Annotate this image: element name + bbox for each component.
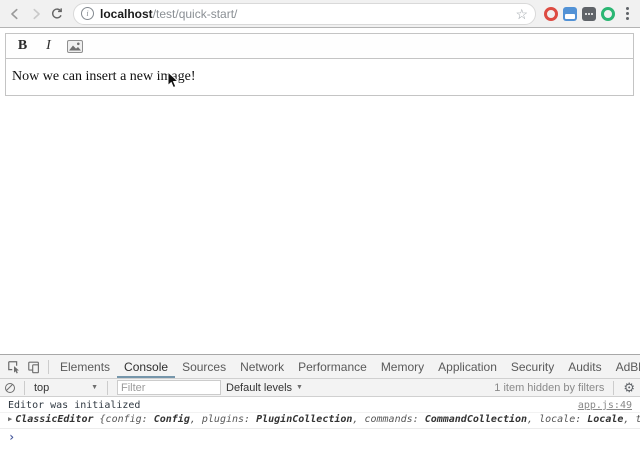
tab-security[interactable]: Security [504, 355, 561, 378]
tab-performance[interactable]: Performance [291, 355, 374, 378]
forward-arrow-icon [29, 7, 43, 21]
divider [24, 381, 25, 395]
console-prompt-icon: › [8, 430, 15, 444]
bookmark-star-icon[interactable]: ☆ [515, 7, 528, 21]
page-info-icon[interactable]: i [81, 7, 94, 20]
console-toolbar: top ▼ Default levels ▼ 1 item hidden by … [0, 379, 640, 397]
brace: { [94, 414, 106, 425]
console-input-row[interactable]: › [0, 429, 640, 447]
browser-menu-icon[interactable] [622, 7, 633, 20]
divider [613, 381, 614, 395]
url-text: localhost/test/quick-start/ [100, 7, 237, 21]
extension-dots-icon[interactable] [582, 7, 596, 21]
console-filter-input[interactable] [117, 380, 221, 395]
image-icon [67, 40, 83, 53]
object-value: Locale [587, 414, 623, 425]
forward-button[interactable] [28, 6, 44, 22]
sep: : [575, 414, 587, 425]
editor-toolbar: B I [5, 33, 634, 59]
object-value: PluginCollection [256, 414, 352, 425]
sep: : [413, 414, 425, 425]
divider [48, 360, 49, 374]
device-toolbar-icon [27, 360, 41, 374]
back-button[interactable] [7, 6, 23, 22]
console-object-preview: ▶ClassicEditor {config: Config, plugins:… [0, 413, 640, 429]
chevron-down-icon: ▼ [91, 384, 98, 391]
object-key: config [106, 414, 142, 425]
message-text: Editor was initialized [8, 400, 140, 411]
object-key: locale [539, 414, 575, 425]
sep: , [623, 414, 635, 425]
inspect-cursor-icon [7, 360, 21, 374]
divider [107, 381, 108, 395]
tab-application[interactable]: Application [431, 355, 504, 378]
devtools-tabbar: Elements Console Sources Network Perform… [0, 355, 640, 379]
object-value: CommandCollection [425, 414, 527, 425]
tab-memory[interactable]: Memory [374, 355, 431, 378]
tab-audits[interactable]: Audits [561, 355, 608, 378]
rich-text-editor: B I Now we can insert a new image! [5, 33, 634, 96]
devtools-panel: Elements Console Sources Network Perform… [0, 354, 640, 454]
console-settings-gear-icon[interactable]: ⚙ [623, 381, 635, 394]
object-class-name: ClassicEditor [15, 414, 93, 425]
expand-triangle-icon[interactable]: ▶ [8, 415, 12, 423]
tab-adblock[interactable]: AdBlock [609, 355, 640, 378]
clear-console-icon[interactable] [5, 383, 15, 393]
tab-network[interactable]: Network [233, 355, 291, 378]
bold-button[interactable]: B [11, 36, 34, 56]
object-key: t [635, 414, 640, 425]
extension-red-icon[interactable] [544, 7, 558, 21]
sep: : [244, 414, 256, 425]
source-link[interactable]: app.js:49 [578, 400, 632, 411]
console-messages: Editor was initialized app.js:49 ▶Classi… [0, 397, 640, 447]
extension-blue-icon[interactable] [563, 7, 577, 21]
inspect-element-button[interactable] [4, 355, 24, 378]
tab-console[interactable]: Console [117, 355, 175, 378]
back-arrow-icon [8, 7, 22, 21]
italic-button[interactable]: I [37, 36, 60, 56]
chevron-down-icon: ▼ [296, 384, 303, 391]
reload-icon [50, 7, 64, 21]
device-toolbar-button[interactable] [24, 355, 44, 378]
reload-button[interactable] [49, 6, 65, 22]
sep: , [190, 414, 202, 425]
log-levels-select[interactable]: Default levels ▼ [226, 382, 303, 394]
url-path: /test/quick-start/ [153, 7, 238, 21]
sep: : [142, 414, 154, 425]
extension-green-icon[interactable] [601, 7, 615, 21]
object-key: plugins [202, 414, 244, 425]
browser-toolbar: i localhost/test/quick-start/ ☆ [0, 0, 640, 28]
levels-label: Default levels [226, 382, 292, 394]
url-host: localhost [100, 7, 153, 21]
sep: , [527, 414, 539, 425]
context-value: top [34, 382, 49, 394]
tab-sources[interactable]: Sources [175, 355, 233, 378]
console-message: Editor was initialized app.js:49 [0, 397, 640, 413]
execution-context-select[interactable]: top ▼ [34, 382, 98, 394]
address-bar[interactable]: i localhost/test/quick-start/ ☆ [73, 3, 536, 25]
tab-elements[interactable]: Elements [53, 355, 117, 378]
insert-image-button[interactable] [63, 36, 86, 56]
editor-paragraph: Now we can insert a new image! [12, 69, 195, 84]
object-key: commands [364, 414, 412, 425]
hidden-items-status: 1 item hidden by filters [494, 382, 604, 394]
sep: , [352, 414, 364, 425]
object-value: Config [154, 414, 190, 425]
editor-content[interactable]: Now we can insert a new image! [5, 59, 634, 96]
